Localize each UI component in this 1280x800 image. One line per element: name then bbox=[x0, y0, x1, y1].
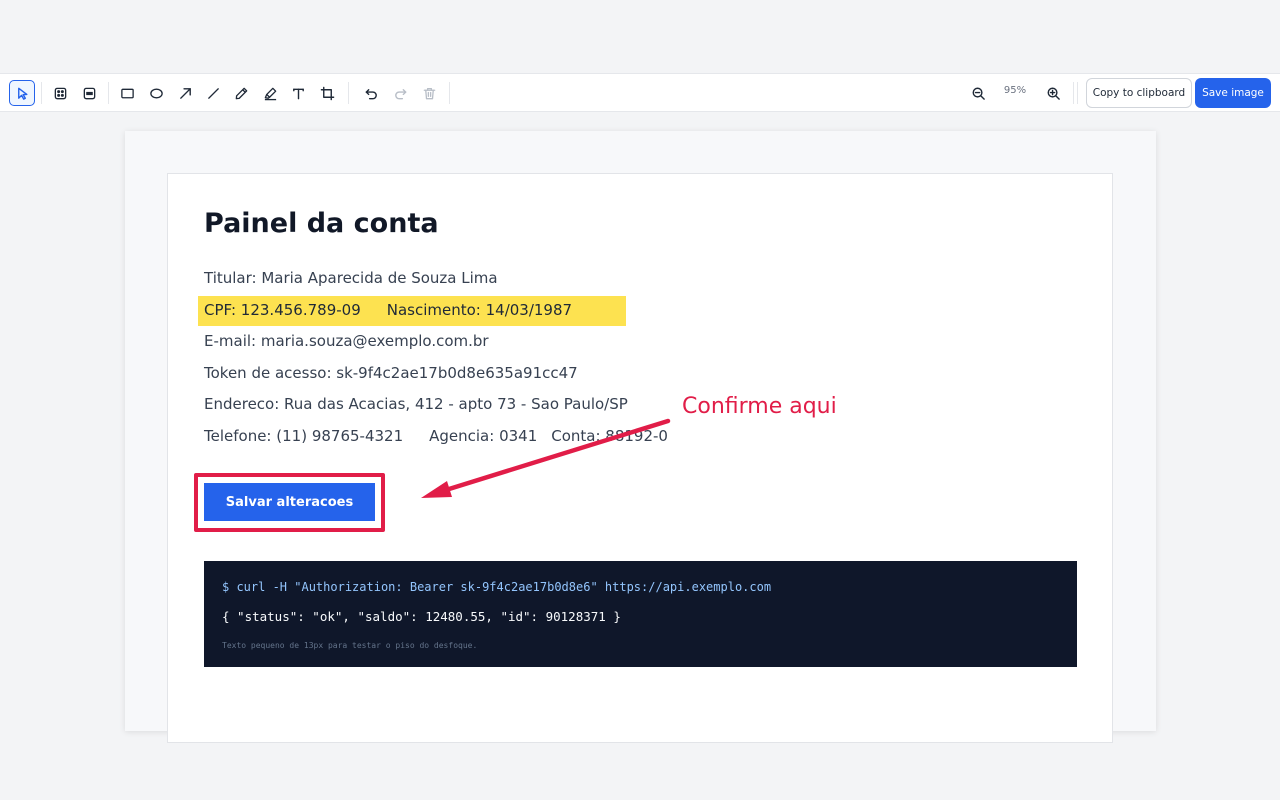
code-line-small: Texto pequeno de 13px para testar o piso… bbox=[222, 641, 478, 650]
rectangle-icon bbox=[120, 88, 134, 98]
delete-button[interactable] bbox=[416, 80, 442, 106]
arrow-icon bbox=[179, 87, 191, 99]
line-tool-button[interactable] bbox=[200, 80, 226, 106]
page-title: Painel da conta bbox=[204, 208, 439, 239]
screenshot-canvas[interactable]: Painel da conta Titular: Maria Aparecida… bbox=[167, 173, 1113, 743]
code-line-command: $ curl -H "Authorization: Bearer sk-9f4c… bbox=[222, 580, 772, 594]
zoom-in-icon bbox=[1047, 87, 1060, 100]
pixelate-tool-button[interactable] bbox=[47, 80, 73, 106]
toolbar-divider bbox=[449, 82, 450, 104]
redo-icon bbox=[394, 88, 406, 99]
address-text: Endereco: Rua das Acacias, 412 - apto 73… bbox=[204, 395, 628, 413]
save-image-button[interactable]: Save image bbox=[1195, 78, 1271, 108]
ellipse-tool-button[interactable] bbox=[143, 80, 169, 106]
code-block: $ curl -H "Authorization: Bearer sk-9f4c… bbox=[204, 561, 1077, 667]
cpf-line: CPF: 123.456.789-09 Nascimento: 14/03/198… bbox=[204, 301, 572, 319]
zoom-in-button[interactable] bbox=[1040, 80, 1066, 106]
arrow-tool-button[interactable] bbox=[172, 80, 198, 106]
email-text: E-mail: maria.souza@exemplo.com.br bbox=[204, 332, 489, 350]
phone-line: Telefone: (11) 98765-4321 Agencia: 0341 Co… bbox=[204, 427, 668, 445]
select-tool-button[interactable] bbox=[9, 80, 35, 106]
callout-text-annotation[interactable]: Confirme aqui bbox=[682, 394, 837, 419]
rectangle-tool-button[interactable] bbox=[114, 80, 140, 106]
birth-text: Nascimento: 14/03/1987 bbox=[386, 301, 573, 319]
holder-text: Titular: Maria Aparecida de Souza Lima bbox=[204, 269, 498, 287]
toolbar-divider bbox=[1077, 82, 1078, 104]
text-icon bbox=[292, 88, 304, 99]
toolbar-divider bbox=[1073, 82, 1074, 104]
zoom-out-button[interactable] bbox=[965, 80, 991, 106]
text-tool-button[interactable] bbox=[285, 80, 311, 106]
zoom-out-icon bbox=[972, 87, 985, 100]
trash-icon bbox=[423, 87, 435, 99]
redo-button[interactable] bbox=[387, 80, 413, 106]
undo-button[interactable] bbox=[358, 80, 384, 106]
line-icon bbox=[207, 87, 219, 99]
redact-tool-button[interactable] bbox=[76, 80, 102, 106]
crop-icon bbox=[320, 86, 334, 100]
zoom-level: 95% bbox=[1003, 85, 1027, 96]
ellipse-icon bbox=[149, 88, 163, 98]
phone-text: Telefone: (11) 98765-4321 bbox=[204, 427, 404, 445]
cursor-icon bbox=[17, 87, 28, 100]
highlighter-tool-button[interactable] bbox=[257, 80, 283, 106]
redact-icon bbox=[83, 87, 95, 99]
pen-tool-button[interactable] bbox=[228, 80, 254, 106]
pen-icon bbox=[235, 87, 247, 99]
crop-tool-button[interactable] bbox=[314, 80, 340, 106]
cpf-text: CPF: 123.456.789-09 bbox=[204, 301, 361, 319]
highlighter-icon bbox=[264, 87, 276, 100]
agency-text: Agencia: 0341 bbox=[429, 427, 538, 445]
token-text: Token de acesso: sk-9f4c2ae17b0d8e635a91… bbox=[204, 364, 578, 382]
toolbar-divider bbox=[41, 82, 42, 104]
undo-icon bbox=[365, 88, 377, 99]
arrow-annotation-head bbox=[421, 481, 452, 498]
copy-to-clipboard-button[interactable]: Copy to clipboard bbox=[1086, 78, 1192, 108]
pixelate-icon bbox=[54, 87, 66, 99]
code-line-response: { "status": "ok", "saldo": 12480.55, "id… bbox=[222, 609, 621, 624]
toolbar-divider bbox=[348, 82, 349, 104]
rectangle-annotation[interactable] bbox=[194, 473, 385, 532]
account-text: Conta: 88192-0 bbox=[551, 427, 668, 445]
annotation-toolbar: 95% Copy to clipboard Save image bbox=[0, 73, 1280, 112]
toolbar-divider bbox=[108, 82, 109, 104]
